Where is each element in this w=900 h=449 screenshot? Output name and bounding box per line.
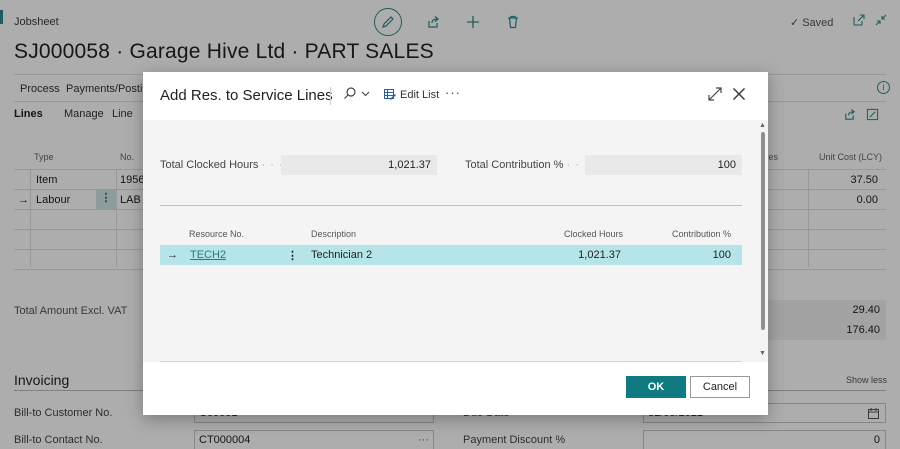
edit-list-button[interactable]: Edit List bbox=[384, 89, 439, 101]
dialog-title: Add Res. to Service Lines bbox=[160, 87, 333, 104]
edit-list-icon bbox=[384, 89, 396, 101]
col-resource-no[interactable]: Resource No. bbox=[189, 229, 244, 239]
ok-button[interactable]: OK bbox=[626, 376, 686, 398]
col-clocked-hours[interactable]: Clocked Hours bbox=[564, 229, 623, 239]
row-menu-button[interactable]: ⋮ bbox=[287, 249, 298, 262]
cell-description[interactable]: Technician 2 bbox=[311, 249, 372, 261]
cell-contribution[interactable]: 100 bbox=[713, 249, 731, 261]
chevron-down-icon bbox=[361, 91, 370, 96]
total-contribution-field: 100 bbox=[585, 155, 742, 175]
expand-dialog-button[interactable] bbox=[708, 87, 722, 104]
more-options-button[interactable]: ··· bbox=[445, 85, 461, 100]
table-bottom-border bbox=[160, 361, 742, 362]
search-button[interactable] bbox=[343, 86, 370, 100]
title-separator bbox=[330, 87, 331, 105]
total-contribution-label: Total Contribution % · · · · bbox=[465, 159, 598, 171]
close-dialog-button[interactable] bbox=[732, 87, 746, 104]
add-res-dialog: Add Res. to Service Lines Edit List ··· … bbox=[143, 72, 768, 415]
close-icon bbox=[733, 88, 745, 100]
total-clocked-hours-field: 1,021.37 bbox=[281, 155, 437, 175]
cell-clocked-hours[interactable]: 1,021.37 bbox=[578, 249, 621, 261]
search-icon bbox=[344, 87, 356, 99]
scrollbar-thumb[interactable] bbox=[761, 132, 765, 330]
section-divider bbox=[160, 205, 742, 206]
resource-no-link[interactable]: TECH2 bbox=[190, 249, 226, 261]
table-row[interactable]: → TECH2 ⋮ Technician 2 1,021.37 100 bbox=[160, 245, 742, 265]
scroll-up-icon[interactable]: ▲ bbox=[759, 122, 766, 129]
scroll-down-icon[interactable]: ▼ bbox=[759, 350, 766, 357]
col-contribution[interactable]: Contribution % bbox=[672, 229, 731, 239]
row-arrow-icon: → bbox=[167, 249, 178, 261]
cancel-button[interactable]: Cancel bbox=[690, 376, 750, 398]
total-clocked-hours-label: Total Clocked Hours · · · · bbox=[160, 159, 293, 171]
col-description[interactable]: Description bbox=[311, 229, 356, 239]
expand-icon bbox=[708, 87, 722, 101]
